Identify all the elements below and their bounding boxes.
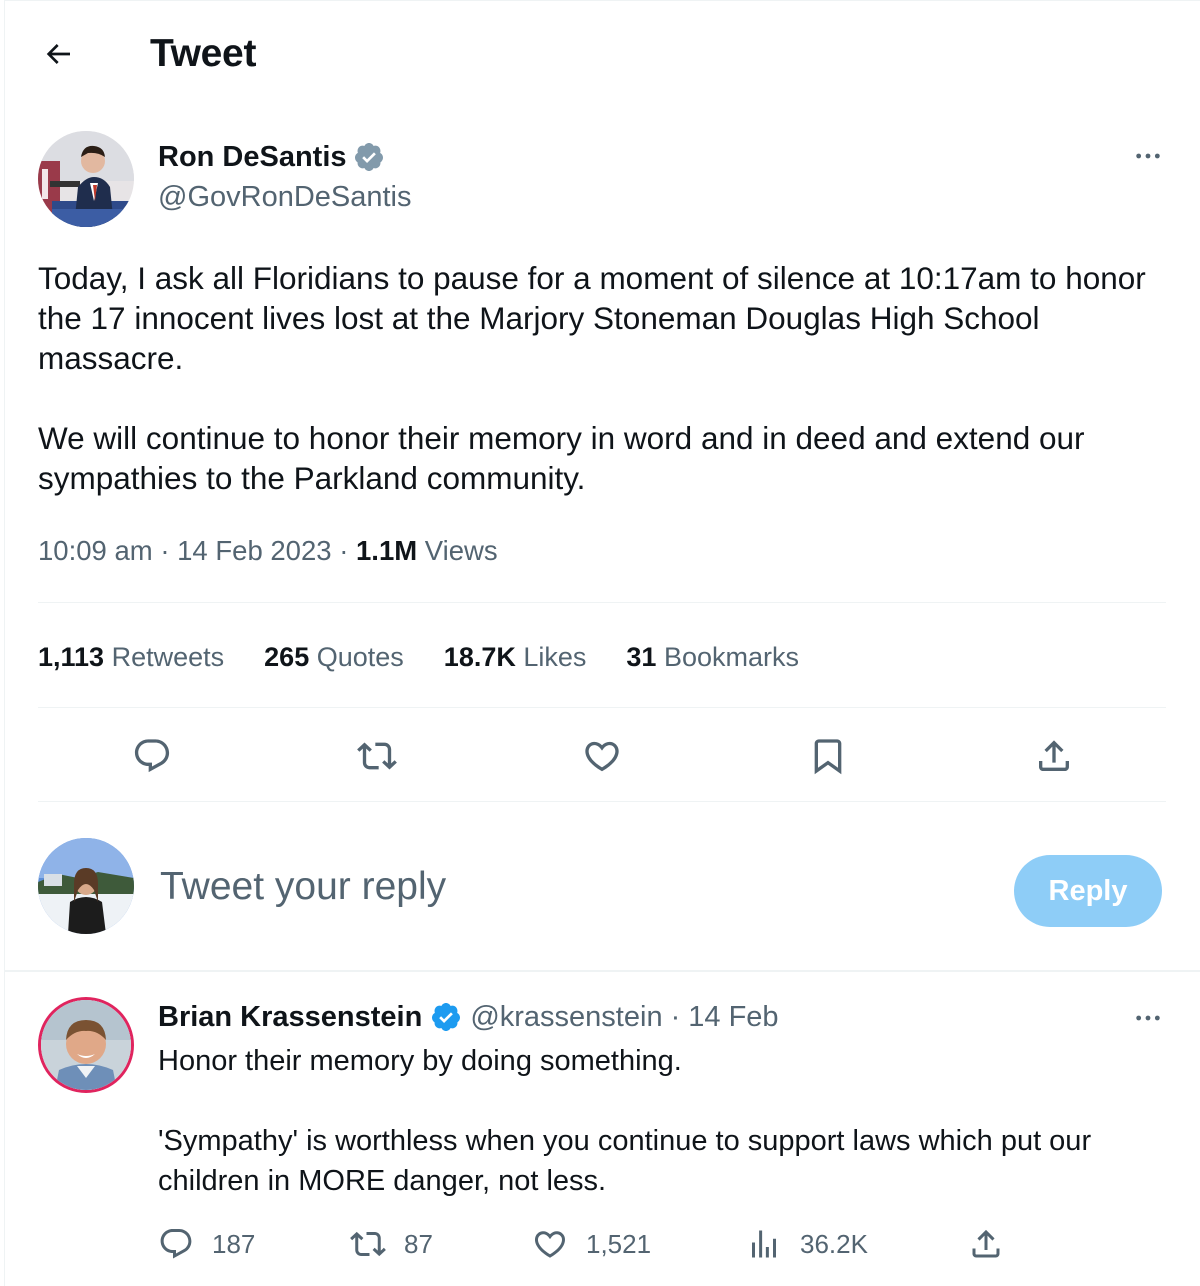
- retweet-icon: [350, 1231, 386, 1257]
- reply-like-button[interactable]: 1,521: [532, 1226, 651, 1262]
- retweet-icon: [357, 742, 397, 770]
- views-count: 36.2K: [800, 1228, 868, 1259]
- reply-icon: [134, 739, 170, 773]
- author-avatar[interactable]: [38, 131, 134, 227]
- meta-separator: ·: [339, 535, 349, 566]
- share-icon: [972, 1229, 1000, 1258]
- divider: [38, 707, 1166, 708]
- heart-icon: [534, 1231, 566, 1258]
- reply-date[interactable]: 14 Feb: [688, 998, 778, 1036]
- share-action-button[interactable]: [1024, 726, 1084, 786]
- reply-input[interactable]: [160, 862, 960, 912]
- stat-count: 18.7K: [443, 642, 516, 672]
- tweet-date[interactable]: 14 Feb 2023: [177, 535, 331, 566]
- stat-count: 31: [626, 642, 657, 672]
- reply-author-avatar[interactable]: [38, 997, 134, 1093]
- verified-badge-icon: [432, 1003, 461, 1031]
- reply-retweet-button[interactable]: 87: [350, 1226, 433, 1262]
- retweet-count: 87: [404, 1228, 433, 1259]
- stat-quotes[interactable]: 265 Quotes: [264, 638, 404, 676]
- reply-button[interactable]: Reply: [1014, 855, 1162, 927]
- section-divider: [4, 970, 1200, 972]
- page-title: Tweet: [150, 32, 257, 75]
- bookmark-icon: [814, 739, 842, 775]
- stat-count: 265: [264, 642, 310, 672]
- tweet-text: Today, I ask all Floridians to pause for…: [38, 258, 1168, 498]
- author-name[interactable]: Ron DeSantis: [158, 138, 385, 176]
- author-name-text: Ron DeSantis: [158, 141, 347, 173]
- reply-views-button[interactable]: 36.2K: [746, 1226, 868, 1262]
- reply-author-name[interactable]: Brian Krassenstein: [158, 998, 422, 1036]
- stat-label: Likes: [523, 642, 587, 672]
- like-count: 1,521: [586, 1228, 652, 1259]
- like-action-button[interactable]: [572, 726, 632, 786]
- meta-separator: ·: [670, 1001, 681, 1033]
- reply-icon: [160, 1229, 192, 1259]
- more-dots-icon: [1136, 1015, 1160, 1021]
- reply-reply-button[interactable]: 187: [158, 1226, 255, 1262]
- stat-label: Quotes: [316, 642, 404, 672]
- reply-paragraph: 'Sympathy' is worthless when you continu…: [158, 1125, 1092, 1197]
- meta-separator: ·: [160, 535, 170, 566]
- views-label: Views: [424, 535, 498, 566]
- reply-count: 187: [212, 1228, 256, 1259]
- divider: [38, 602, 1166, 603]
- reply-text: Honor their memory by doing something. '…: [158, 1041, 1168, 1201]
- share-icon: [1039, 740, 1069, 771]
- retweet-action-button[interactable]: [347, 726, 407, 786]
- verified-badge-icon: [354, 143, 383, 171]
- tweet-meta: 10:09 am · 14 Feb 2023 · 1.1M Views: [38, 532, 498, 570]
- stat-likes[interactable]: 18.7K Likes: [444, 638, 587, 676]
- reply-share-button[interactable]: [968, 1226, 1004, 1262]
- author-handle[interactable]: @GovRonDeSantis: [158, 178, 412, 216]
- reply-action-button[interactable]: [122, 726, 182, 786]
- tweet-stats: 1,113 Retweets 265 Quotes 18.7K Likes 31…: [38, 638, 799, 676]
- stat-label: Bookmarks: [663, 642, 800, 672]
- divider: [38, 801, 1166, 802]
- tweet-time[interactable]: 10:09 am: [38, 535, 153, 566]
- back-button[interactable]: [34, 30, 82, 78]
- reply-author-handle[interactable]: @krassenstein: [470, 998, 662, 1036]
- stat-retweets[interactable]: 1,113 Retweets: [38, 638, 224, 676]
- tweet-paragraph: Today, I ask all Floridians to pause for…: [38, 260, 1146, 376]
- bookmark-action-button[interactable]: [798, 726, 858, 786]
- views-count: 1.1M: [356, 535, 418, 566]
- reply-more-options-button[interactable]: [1128, 998, 1168, 1038]
- more-dots-icon: [1136, 153, 1160, 159]
- views-chart-icon: [752, 1230, 776, 1258]
- reply-header: Brian Krassenstein @krassenstein · 14 Fe…: [158, 998, 779, 1036]
- heart-icon: [585, 741, 619, 772]
- reply-paragraph: Honor their memory by doing something.: [158, 1045, 682, 1077]
- stat-label: Retweets: [111, 642, 225, 672]
- arrow-left-icon: [46, 44, 70, 64]
- stat-count: 1,113: [38, 642, 105, 672]
- more-options-button[interactable]: [1128, 136, 1168, 176]
- current-user-avatar[interactable]: [38, 838, 134, 934]
- tweet-paragraph: We will continue to honor their memory i…: [38, 420, 1085, 496]
- stat-bookmarks[interactable]: 31 Bookmarks: [626, 638, 799, 676]
